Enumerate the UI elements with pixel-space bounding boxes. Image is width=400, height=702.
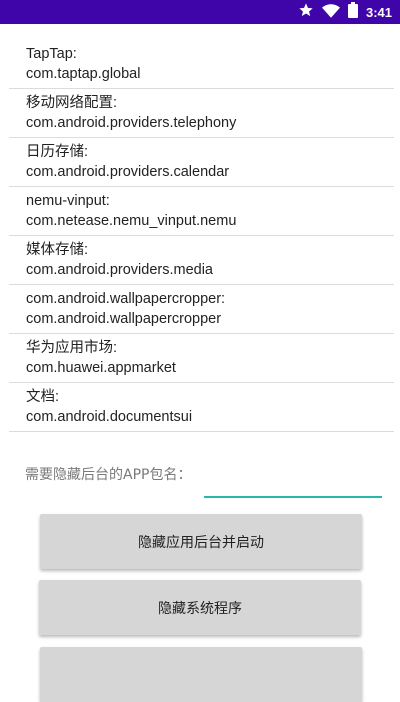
app-label: 文档:: [26, 389, 60, 405]
battery-icon: [347, 2, 358, 22]
app-package: com.android.wallpapercropper: [26, 311, 222, 327]
app-label: 日历存储:: [26, 144, 89, 160]
app-label: TapTap:: [26, 46, 77, 62]
list-item[interactable]: 日历存储: com.android.providers.calendar: [9, 138, 394, 187]
star-icon: [298, 2, 314, 22]
list-item[interactable]: 文档: com.android.documentsui: [9, 383, 394, 432]
status-bar: 3:41: [0, 0, 400, 24]
app-package: com.android.documentsui: [26, 409, 193, 425]
app-label: nemu-vinput:: [26, 193, 110, 209]
app-label: 媒体存储:: [26, 242, 89, 258]
clock: 3:41: [365, 4, 392, 20]
app-label: com.android.wallpapercropper:: [26, 291, 226, 307]
hide-and-launch-button[interactable]: 隐藏应用后台并启动: [40, 514, 362, 569]
app-label: 华为应用市场:: [26, 340, 118, 356]
app-package: com.huawei.appmarket: [26, 360, 176, 376]
app-list: TapTap: com.taptap.global 移动网络配置: com.an…: [9, 40, 394, 432]
package-name-label: 需要隐藏后台的APP包名：: [25, 467, 192, 483]
app-package: com.android.providers.telephony: [26, 115, 237, 131]
list-item[interactable]: com.android.wallpapercropper: com.androi…: [9, 285, 394, 334]
package-name-input[interactable]: [204, 468, 382, 498]
app-label: 移动网络配置:: [26, 95, 118, 111]
wifi-icon: [321, 3, 340, 22]
list-item[interactable]: nemu-vinput: com.netease.nemu_vinput.nem…: [9, 187, 394, 236]
list-item[interactable]: 华为应用市场: com.huawei.appmarket: [9, 334, 394, 383]
app-package: com.netease.nemu_vinput.nemu: [26, 213, 237, 229]
list-item[interactable]: 媒体存储: com.android.providers.media: [9, 236, 394, 285]
app-package: com.android.providers.media: [26, 262, 213, 278]
third-button[interactable]: [40, 647, 362, 702]
app-package: com.taptap.global: [26, 66, 141, 82]
hide-system-apps-button[interactable]: 隐藏系统程序: [39, 580, 361, 635]
app-package: com.android.providers.calendar: [26, 164, 230, 180]
list-item[interactable]: TapTap: com.taptap.global: [9, 40, 394, 89]
list-item[interactable]: 移动网络配置: com.android.providers.telephony: [9, 89, 394, 138]
